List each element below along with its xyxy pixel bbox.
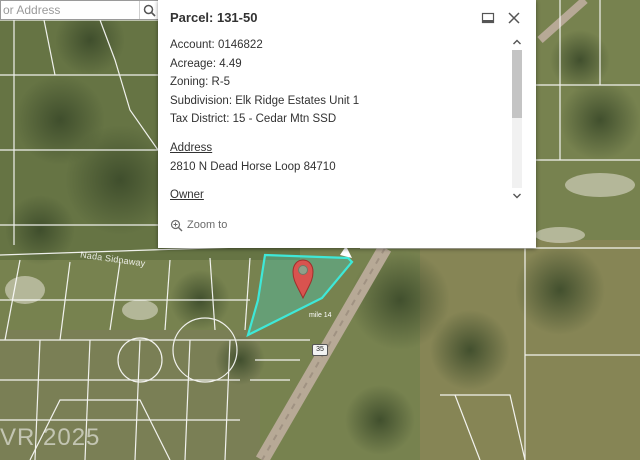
address-value: 2810 N Dead Horse Loop 84710 — [170, 160, 336, 173]
zoom-to-button[interactable]: Zoom to — [170, 216, 227, 234]
parcel-popup: Parcel: 131-50 Account: 0146822 Acreage:… — [158, 0, 536, 248]
chevron-up-icon[interactable] — [510, 36, 524, 48]
address-heading: Address — [170, 141, 213, 154]
owner-heading: Owner — [170, 189, 204, 202]
search-input[interactable] — [1, 1, 139, 19]
chevron-down-icon[interactable] — [510, 190, 524, 202]
scroll-thumb[interactable] — [512, 50, 522, 118]
popup-header: Parcel: 131-50 — [170, 10, 524, 30]
popup-content: Account: 0146822 Acreage: 4.49 Zoning: R… — [170, 36, 506, 202]
highway-shield: 35 — [312, 344, 328, 356]
mile-marker-label: mile 14 — [309, 312, 332, 319]
field-zoning: Zoning: R-5 — [170, 76, 231, 89]
field-subdivision: Subdivision: Elk Ridge Estates Unit 1 — [170, 94, 360, 107]
close-icon[interactable] — [506, 10, 522, 26]
dock-icon[interactable] — [480, 10, 496, 26]
zoom-in-icon — [170, 219, 183, 231]
popup-scrollbar[interactable] — [510, 36, 524, 202]
scroll-track[interactable] — [512, 50, 522, 188]
search-button[interactable] — [139, 1, 159, 19]
zoom-to-label: Zoom to — [187, 219, 228, 231]
field-account: Account: 0146822 — [170, 39, 263, 51]
watermark: VR 2025 — [0, 424, 101, 451]
field-acreage: Acreage: 4.49 — [170, 57, 242, 70]
search-icon — [143, 4, 156, 17]
field-tax-district: Tax District: 15 - Cedar Mtn SSD — [170, 113, 337, 126]
popup-title: Parcel: 131-50 — [170, 10, 258, 25]
address-search — [0, 0, 160, 20]
